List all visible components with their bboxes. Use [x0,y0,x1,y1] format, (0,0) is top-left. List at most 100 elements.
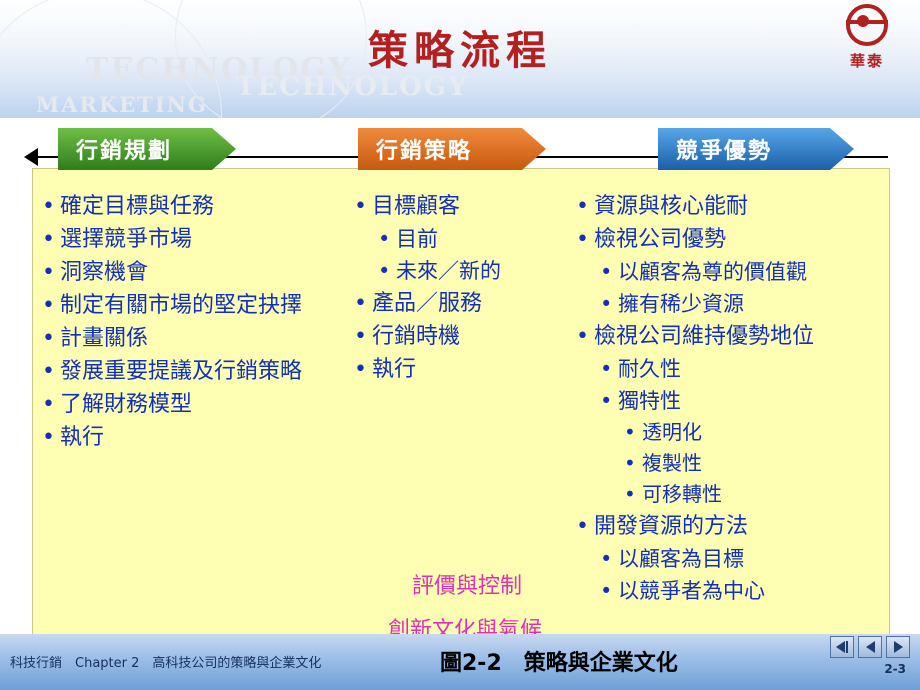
list-item-label: 以顧客為尊的價值觀 [618,260,807,284]
bullet-icon: • [576,227,589,252]
bullet-subsublist: • 透明化 • 複製性 • 可移轉性 [574,417,874,510]
publisher-logo: 華泰 [832,4,902,71]
bullet-list: • 檢視公司維持優勢地位 [574,320,874,353]
list-item: • 行銷時機 [352,320,572,353]
bar-icon [846,641,848,653]
page-title: 策略流程 [368,27,552,74]
triangle-left-icon [865,641,875,653]
column-competitive-advantage: • 資源與核心能耐 • 檢視公司優勢 • 以顧客為尊的價值觀 • 擁有稀少資源 • 檢視公… [574,190,874,607]
figure-caption: 圖2-2 策略與企業文化 [440,651,678,676]
triangle-right-icon [893,641,903,653]
slide-navigation[interactable] [830,636,910,658]
list-item-label: 選擇競爭市場 [60,227,193,252]
bullet-icon: • [576,324,589,349]
list-item-label: 透明化 [642,420,702,444]
bullet-icon: • [42,425,55,450]
list-item: • 制定有關市場的堅定抉擇 [40,289,340,322]
bullet-list: • 確定目標與任務 • 選擇競爭市場 • 洞察機會 • 制定有關市場的堅定抉擇 • 計畫關… [40,190,340,454]
list-item-label: 開發資源的方法 [594,514,749,539]
list-item: • 以競爭者為中心 [574,575,874,607]
previous-slide-button[interactable] [858,636,882,658]
bullet-icon: • [600,579,613,603]
first-slide-button[interactable] [830,636,854,658]
bullet-list: • 開發資源的方法 [574,510,874,543]
page-number: 2-3 [884,662,906,676]
stage-banner-label: 行銷規劃 [76,139,173,164]
list-item-label: 目標顧客 [372,194,461,219]
list-item: • 發展重要提議及行銷策略 [40,355,340,388]
bullet-icon: • [600,357,613,381]
stage-banner-marketing-strategy: 行銷策略 [358,128,546,170]
bullet-icon: • [42,293,55,318]
watermark-technology-2: TECHNOLOGY [236,72,469,102]
list-item-label: 執行 [60,425,105,450]
list-item-label: 檢視公司維持優勢地位 [594,324,815,349]
list-item-label: 了解財務模型 [60,392,193,417]
list-item: • 產品／服務 [352,287,572,320]
list-item: • 確定目標與任務 [40,190,340,223]
next-slide-button[interactable] [886,636,910,658]
bullet-icon: • [600,292,613,316]
column-marketing-planning: • 確定目標與任務 • 選擇競爭市場 • 洞察機會 • 制定有關市場的堅定抉擇 • 計畫關… [40,190,340,454]
list-item: • 計畫關係 [40,322,340,355]
list-item: • 耐久性 [574,353,874,385]
bullet-icon: • [378,259,391,283]
bullet-icon: • [42,392,55,417]
triangle-left-icon [836,641,845,653]
stage-banner-competitive-advantage: 競爭優勢 [658,128,854,170]
list-item: • 複製性 [574,448,874,479]
list-item-label: 計畫關係 [60,326,149,351]
list-item-label: 獨特性 [618,389,681,413]
footer-source-text: 科技行銷 Chapter 2 高科技公司的策略與企業文化 [10,656,322,671]
list-item: • 可移轉性 [574,479,874,510]
bullet-icon: • [354,194,367,219]
list-item: • 執行 [40,421,340,454]
list-item: • 以顧客為尊的價值觀 [574,256,874,288]
list-item: • 開發資源的方法 [574,510,874,543]
list-item-label: 產品／服務 [372,291,483,316]
list-item: • 洞察機會 [40,256,340,289]
bullet-sublist: • 以顧客為尊的價值觀 • 擁有稀少資源 [574,256,874,320]
bullet-icon: • [354,324,367,349]
list-item: • 了解財務模型 [40,388,340,421]
list-item-label: 行銷時機 [372,324,461,349]
list-item: • 檢視公司優勢 [574,223,874,256]
watermark-marketing-1: MARKETING [36,92,208,117]
bullet-sublist: • 以顧客為目標 • 以競爭者為中心 [574,543,874,607]
list-item-label: 目前 [396,227,438,251]
stage-banner-label: 行銷策略 [376,139,473,164]
list-item-label: 發展重要提議及行銷策略 [60,359,303,384]
bullet-icon: • [42,359,55,384]
list-item: • 執行 [352,353,572,386]
column-marketing-strategy: • 目標顧客 • 目前 • 未來／新的 • 產品／服務 • 行銷時機 • 執行 [352,190,572,386]
list-item-label: 洞察機會 [60,260,149,285]
bullet-icon: • [42,260,55,285]
bullet-sublist: • 目前 • 未來／新的 [352,223,572,287]
list-item-label: 資源與核心能耐 [594,194,749,219]
list-item-label: 檢視公司優勢 [594,227,727,252]
list-item-label: 擁有稀少資源 [618,292,744,316]
list-item-label: 可移轉性 [642,482,722,506]
bullet-icon: • [600,389,613,413]
list-item: • 未來／新的 [352,255,572,287]
bullet-icon: • [354,357,367,382]
bullet-icon: • [576,194,589,219]
list-item-label: 以顧客為目標 [618,547,744,571]
list-item: • 以顧客為目標 [574,543,874,575]
list-item: • 目標顧客 [352,190,572,223]
bullet-icon: • [354,291,367,316]
list-item-label: 複製性 [642,451,702,475]
bullet-list: • 產品／服務 • 行銷時機 • 執行 [352,287,572,386]
logo-ring-icon [846,4,888,46]
header-band: TECHNOLOGY MARKETING TECHNOLOGY MARKETIN… [0,0,920,118]
list-item: • 目前 [352,223,572,255]
list-item-label: 耐久性 [618,357,681,381]
bullet-list: • 目標顧客 [352,190,572,223]
bullet-list: • 資源與核心能耐 • 檢視公司優勢 [574,190,874,256]
bullet-icon: • [624,451,636,475]
bullet-sublist: • 耐久性 • 獨特性 [574,353,874,417]
stage-banner-marketing-planning: 行銷規劃 [58,128,236,170]
list-item-label: 以競爭者為中心 [618,579,765,603]
stage-banner-label: 競爭優勢 [676,139,773,164]
bullet-icon: • [624,482,636,506]
